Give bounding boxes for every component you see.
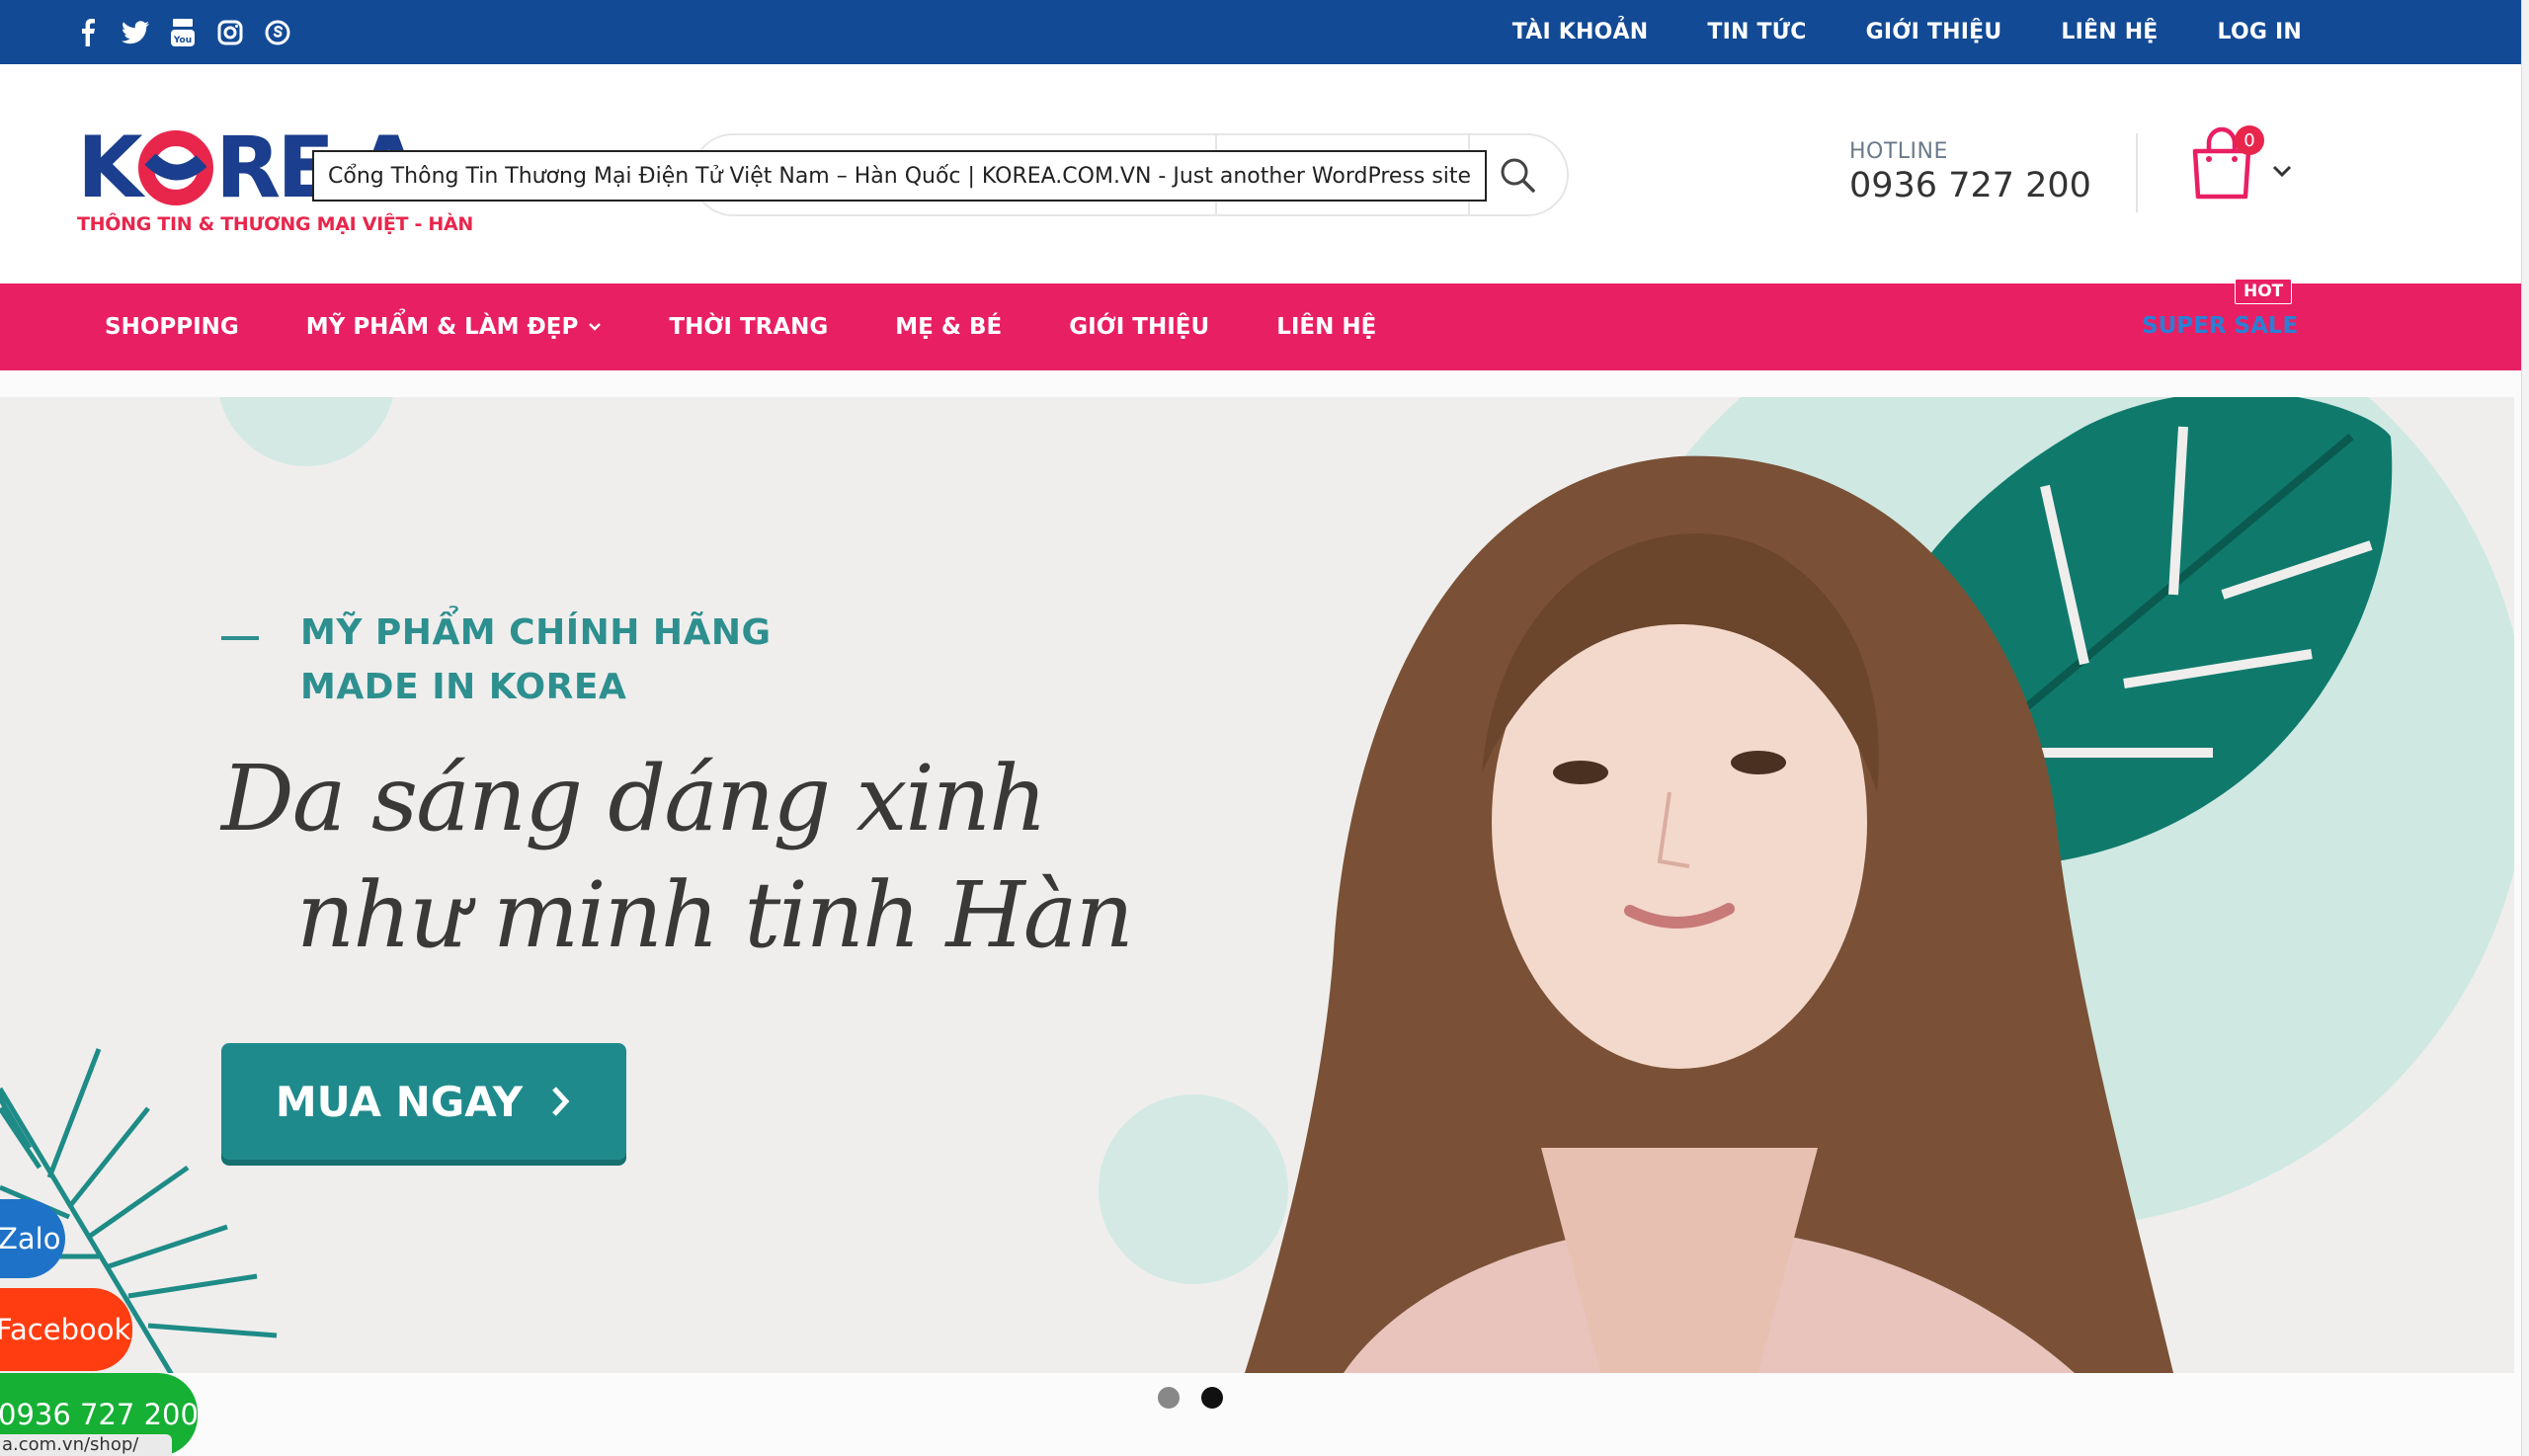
slider-dot-2[interactable] xyxy=(1201,1387,1223,1409)
nav-super-sale[interactable]: SUPER SALE xyxy=(2142,313,2298,339)
nav-cosmetics-label: MỸ PHẨM & LÀM ĐẸP xyxy=(305,314,579,340)
hotline[interactable]: HOTLINE 0936 727 200 xyxy=(1849,139,2091,205)
chevron-down-icon xyxy=(589,323,602,331)
slider-dots xyxy=(1158,1387,1223,1409)
hot-badge: HOT xyxy=(2235,279,2293,304)
skype-icon[interactable] xyxy=(263,18,292,47)
scrollbar[interactable] xyxy=(2521,0,2529,1456)
site-header: K RE A THÔNG TIN & THƯƠNG MẠI VIỆT - HÀN… xyxy=(0,64,2521,283)
cart-count-badge: 0 xyxy=(2235,125,2264,155)
topnav-login[interactable]: LOG IN xyxy=(2218,20,2302,44)
tagline-line-1: MỸ PHẨM CHÍNH HÃNG xyxy=(300,612,772,653)
headline-line-2: như minh tinh Hàn xyxy=(296,862,1134,968)
buy-now-label: MUA NGAY xyxy=(275,1077,524,1126)
topnav-contact[interactable]: LIÊN HỆ xyxy=(2061,20,2158,44)
title-tooltip: Cổng Thông Tin Thương Mại Điện Tử Việt N… xyxy=(312,150,1488,202)
hotline-label: HOTLINE xyxy=(1849,139,1948,164)
twitter-icon[interactable] xyxy=(121,18,150,47)
svg-text:K: K xyxy=(77,121,146,210)
tagline-line-2: MADE IN KOREA xyxy=(300,667,627,707)
banner-headline: Da sáng dáng xinh như minh tinh Hàn xyxy=(221,741,1134,974)
tagline-dash xyxy=(221,636,259,640)
nav-cosmetics[interactable]: MỸ PHẨM & LÀM ĐẸP xyxy=(306,314,603,340)
buy-now-button[interactable]: MUA NGAY xyxy=(221,1043,626,1160)
hero-banner: MỸ PHẨM CHÍNH HÃNG MADE IN KOREA Da sáng… xyxy=(0,397,2514,1373)
main-nav-items: SHOPPING MỸ PHẨM & LÀM ĐẸP THỜI TRANG MẸ… xyxy=(105,283,1376,370)
svg-text:You: You xyxy=(173,36,192,45)
slider-dot-1[interactable] xyxy=(1158,1387,1180,1409)
facebook-button[interactable]: Facebook xyxy=(0,1288,132,1371)
facebook-icon[interactable] xyxy=(73,18,103,47)
page: You TÀI KHOẢN TIN TỨC GIỚI THIỆU LIÊN HỆ… xyxy=(0,0,2529,1456)
chevron-right-icon xyxy=(552,1087,570,1116)
hotline-number[interactable]: 0936 727 200 xyxy=(1849,166,2091,205)
decor-circle-top xyxy=(219,397,393,466)
top-nav: TÀI KHOẢN TIN TỨC GIỚI THIỆU LIÊN HỆ LOG… xyxy=(1512,0,2302,64)
headline-line-1: Da sáng dáng xinh xyxy=(221,746,1047,851)
nav-fashion[interactable]: THỜI TRANG xyxy=(669,314,828,340)
topnav-about[interactable]: GIỚI THIỆU xyxy=(1866,20,2002,44)
youtube-icon[interactable]: You xyxy=(168,18,198,47)
search-icon[interactable] xyxy=(1496,153,1539,197)
nav-mom-baby[interactable]: MẸ & BÉ xyxy=(895,314,1002,340)
decor-circle-small xyxy=(1099,1094,1288,1284)
nav-about[interactable]: GIỚI THIỆU xyxy=(1069,314,1209,340)
status-url: a.com.vn/shop/ xyxy=(0,1434,172,1456)
nav-contact[interactable]: LIÊN HỆ xyxy=(1276,314,1376,340)
logo-subtitle: THÔNG TIN & THƯƠNG MẠI VIỆT - HÀN xyxy=(77,213,474,235)
top-bar: You TÀI KHOẢN TIN TỨC GIỚI THIỆU LIÊN HỆ… xyxy=(0,0,2521,64)
chevron-down-icon[interactable] xyxy=(2270,161,2294,181)
nav-shopping[interactable]: SHOPPING xyxy=(105,314,239,340)
header-divider xyxy=(2136,133,2138,212)
topnav-news[interactable]: TIN TỨC xyxy=(1707,20,1806,44)
topnav-account[interactable]: TÀI KHOẢN xyxy=(1512,20,1649,44)
instagram-icon[interactable] xyxy=(215,18,245,47)
social-links: You xyxy=(73,18,292,47)
